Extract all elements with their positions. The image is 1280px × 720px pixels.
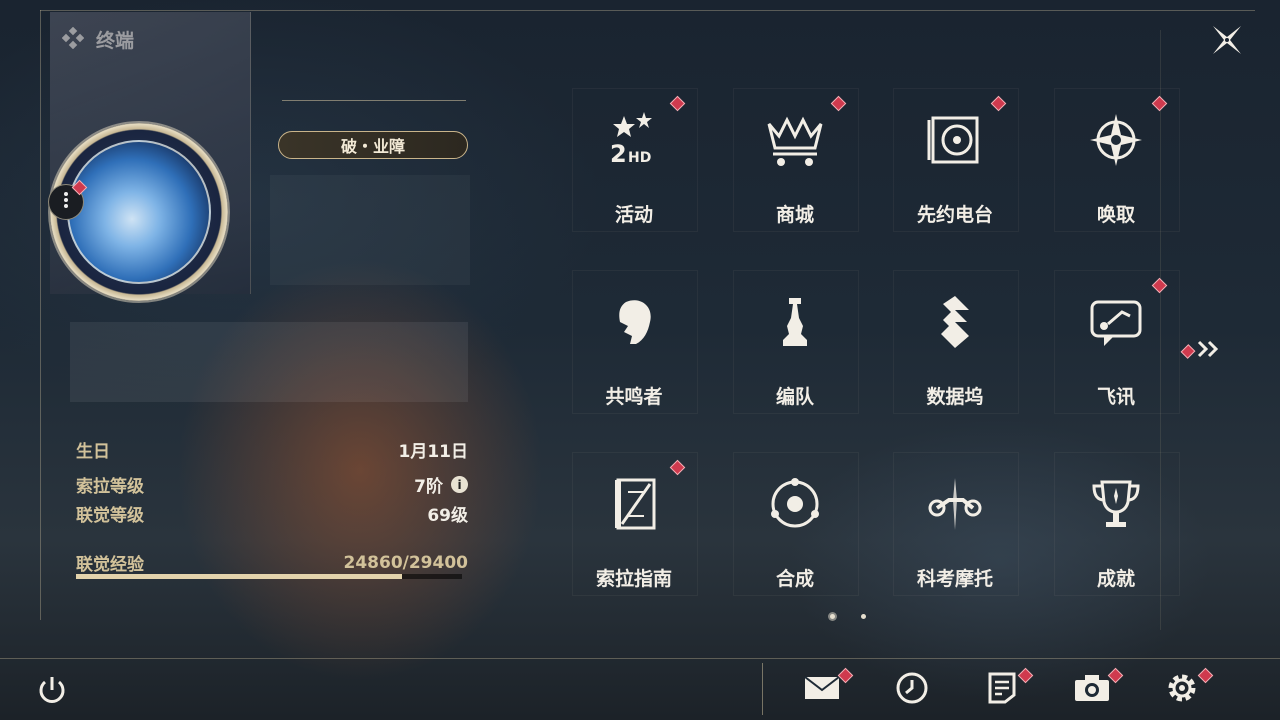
info-row-union-level: 联觉等级 69级 [76,501,468,526]
tile-guide[interactable]: 索拉指南 [572,452,698,612]
camera-icon [1073,673,1111,707]
settings-gear-icon [1164,670,1200,710]
mail-icon [803,673,841,707]
settings-button[interactable] [1160,667,1214,712]
bottom-bar-line [0,658,1280,659]
birthday-label: 生日 [76,442,110,462]
birthday-value: 1月11日 [398,442,469,462]
mail-button[interactable] [800,667,854,712]
page-dot-1[interactable] [830,614,835,619]
info-icon[interactable]: i [451,476,468,493]
notice-button[interactable] [980,667,1034,712]
power-icon [35,673,69,711]
avatar-portrait [67,140,211,284]
tile-frame [733,270,859,414]
union-exp-value: 24860/29400 [343,552,469,573]
union-level-label: 联觉等级 [76,506,144,526]
notification-badge [1197,667,1214,684]
frame-left-line [40,10,41,620]
tile-frame [572,270,698,414]
tile-synthesis[interactable]: 合成 [733,452,859,612]
tile-achievements[interactable]: 成就 [1054,452,1180,612]
tile-resonators[interactable]: 共鸣者 [572,270,698,430]
tile-radio[interactable]: 先约电台 [893,88,1019,248]
next-page-button[interactable] [1180,338,1221,364]
tile-events[interactable]: 2 HD 活动 [572,88,698,248]
close-button[interactable] [1205,20,1249,64]
notification-badge [1017,667,1034,684]
union-level-value: 69级 [427,506,468,526]
calendar-clock-button[interactable] [890,668,934,712]
union-exp-label: 联觉经验 [76,555,144,575]
player-title-text: 破・业障 [340,137,405,156]
notification-badge [1180,343,1196,359]
blurred-signature-region [70,322,468,402]
info-row-sol-rank: 索拉等级 7阶 i [76,472,468,497]
title-divider [282,100,466,101]
more-dots-icon [63,191,69,213]
page-indicator [830,614,866,619]
page-dot-2[interactable] [861,614,866,619]
camera-button[interactable] [1070,667,1124,712]
info-row-birthday: 生日 1月11日 [76,437,468,462]
union-exp-bar-fill [76,574,403,579]
tile-motorbike[interactable]: 科考摩托 [893,452,1019,612]
tile-frame [733,452,859,596]
tile-frame [1054,452,1180,596]
tile-shop[interactable]: 商城 [733,88,859,248]
tile-frame [893,270,1019,414]
exit-game-button[interactable] [30,670,74,714]
clock-icon [895,671,929,709]
tile-team[interactable]: 编队 [733,270,859,430]
bottom-divider [762,663,763,715]
sol-rank-value: 7阶 [414,477,443,497]
frame-top-line [40,10,1255,11]
blurred-region [270,175,470,285]
info-row-union-exp: 联觉经验 24860/29400 [76,550,469,576]
double-chevron-right-icon [1197,340,1221,362]
union-exp-bar [76,574,462,579]
tile-convene[interactable]: 唤取 [1054,88,1180,248]
sol-rank-label: 索拉等级 [76,477,144,497]
close-icon [1210,23,1244,61]
tile-frame [893,452,1019,596]
notice-icon [987,671,1017,709]
tile-messages[interactable]: 飞讯 [1054,270,1180,430]
player-title-badge[interactable]: 破・业障 [278,131,468,159]
tile-data-bank[interactable]: 数据坞 [893,270,1019,430]
